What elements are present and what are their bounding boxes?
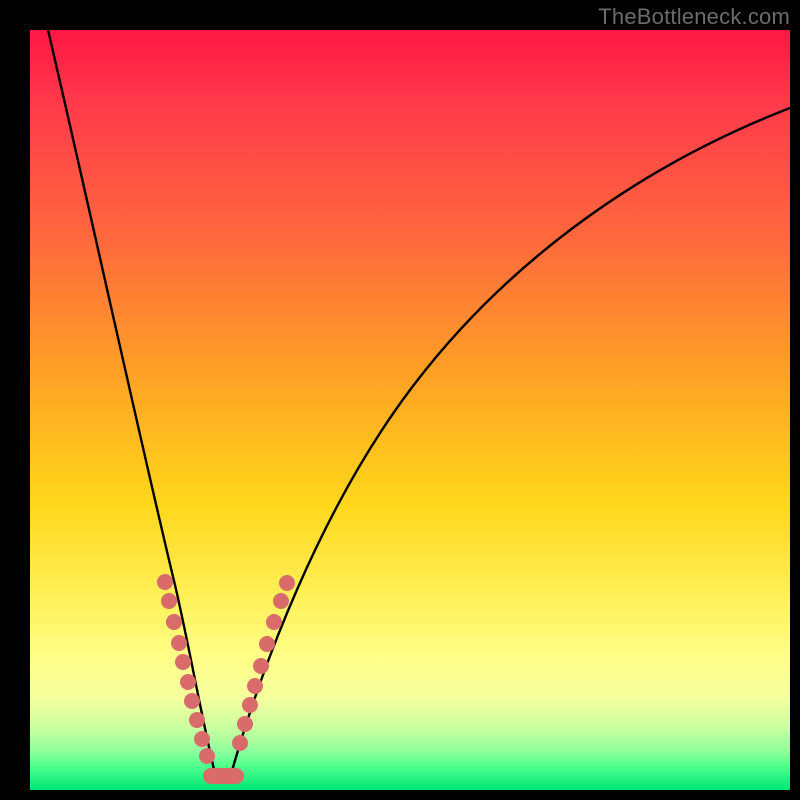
bottleneck-curve	[30, 30, 790, 790]
highlight-dots	[157, 574, 295, 776]
dot-right	[237, 716, 253, 732]
chart-frame: TheBottleneck.com	[0, 0, 800, 800]
curve-left-branch	[48, 30, 216, 778]
dot-right	[279, 575, 295, 591]
curve-right-branch	[230, 108, 790, 778]
watermark-text: TheBottleneck.com	[598, 4, 790, 30]
dot-left	[157, 574, 173, 590]
plot-area	[30, 30, 790, 790]
dot-right	[253, 658, 269, 674]
dot-left	[171, 635, 187, 651]
dot-left	[180, 674, 196, 690]
dot-right	[259, 636, 275, 652]
dot-right	[273, 593, 289, 609]
dot-left	[194, 731, 210, 747]
dot-right	[247, 678, 263, 694]
dot-left	[175, 654, 191, 670]
dot-right	[266, 614, 282, 630]
dot-right	[232, 735, 248, 751]
dot-right	[242, 697, 258, 713]
dot-left	[161, 593, 177, 609]
dot-left	[189, 712, 205, 728]
dot-left	[166, 614, 182, 630]
dot-left	[199, 748, 215, 764]
dot-left	[184, 693, 200, 709]
